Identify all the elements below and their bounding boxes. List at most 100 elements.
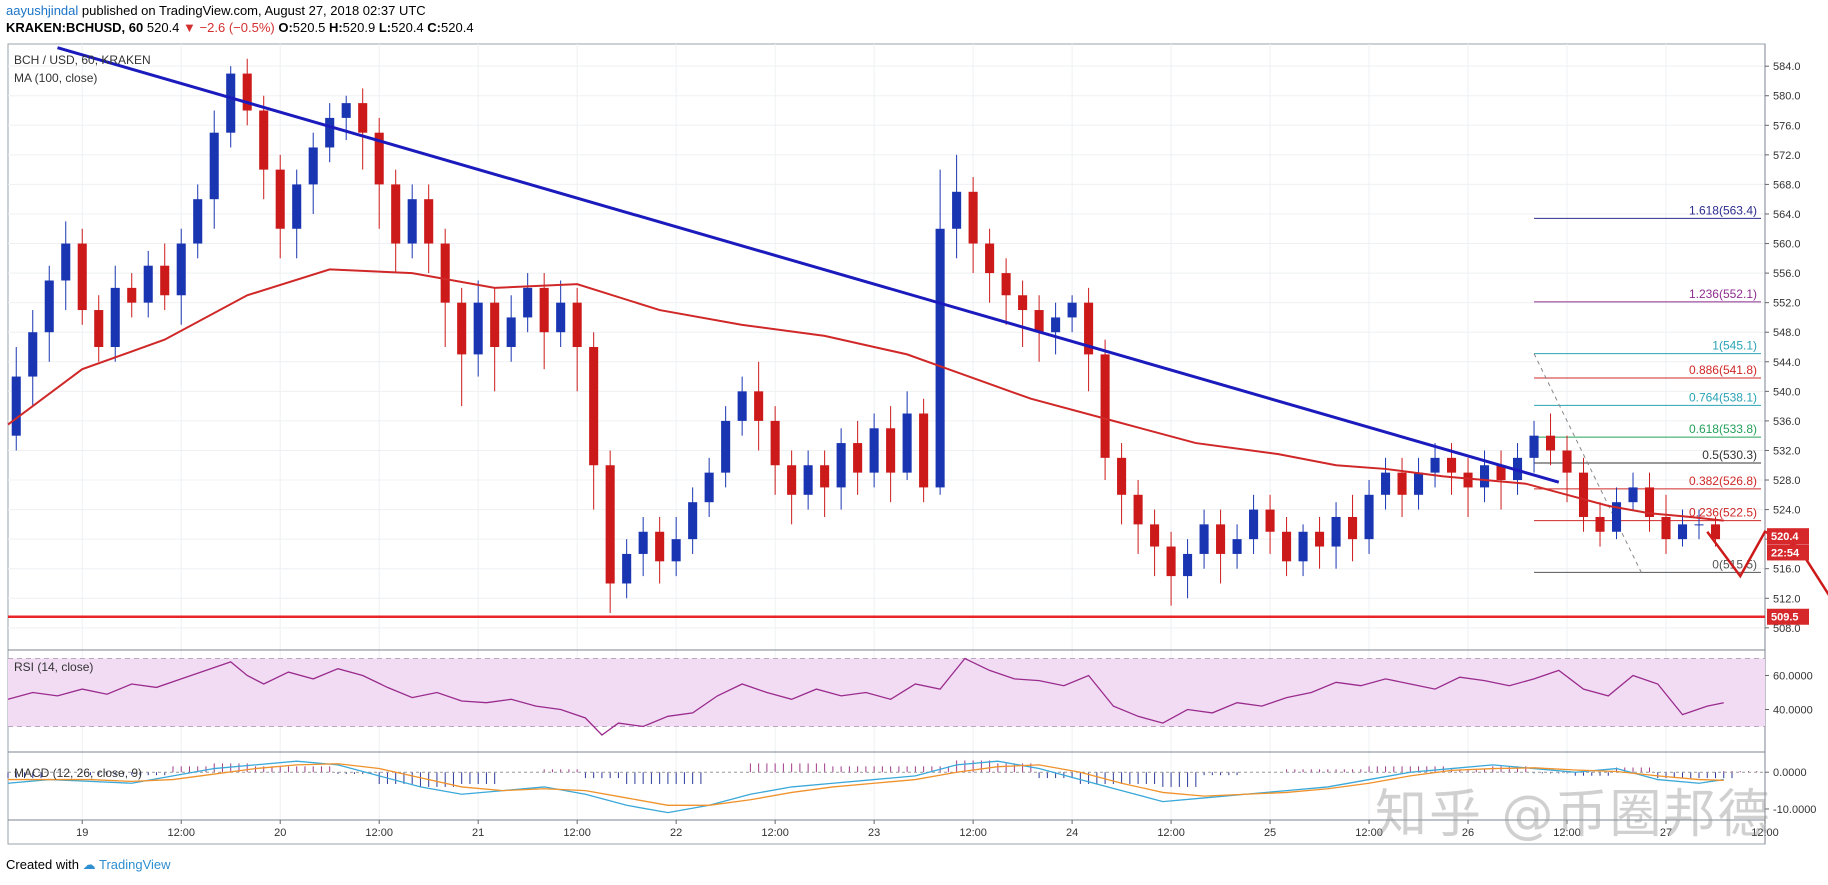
macd-tick-label: 0.0000 <box>1773 767 1807 779</box>
candle-body <box>1331 516 1341 547</box>
candle-body <box>539 287 549 333</box>
candle-body <box>1133 494 1143 525</box>
rsi-tick-label: 60.0000 <box>1773 671 1813 683</box>
candle-body <box>61 243 71 281</box>
candle-body <box>638 531 648 554</box>
candle-body <box>869 428 879 473</box>
candle-body <box>424 199 434 244</box>
candle-body <box>226 73 236 133</box>
rsi-tick-label: 40.0000 <box>1773 705 1813 717</box>
candle-body <box>1034 310 1044 333</box>
candle-body <box>325 117 335 148</box>
ma-legend: MA (100, close) <box>14 71 97 85</box>
candle-body <box>44 280 54 333</box>
candle-body <box>787 465 797 495</box>
footer: Created with ☁ TradingView <box>6 857 171 873</box>
rsi-band <box>8 658 1765 727</box>
candle-body <box>605 465 615 584</box>
time-tick-label: 23 <box>868 827 880 839</box>
candle-body <box>1199 524 1209 554</box>
time-tick-label: 21 <box>472 827 484 839</box>
candle-body <box>935 228 945 488</box>
candle-body <box>28 332 38 377</box>
time-tick-label: 25 <box>1264 827 1276 839</box>
candle-body <box>1694 524 1704 526</box>
candle-body <box>968 191 978 244</box>
candle-body <box>127 287 137 303</box>
price-tag-label: 509.5 <box>1771 612 1799 624</box>
candle-body <box>440 243 450 303</box>
candle-body <box>1067 302 1077 318</box>
candle-body <box>176 243 186 296</box>
candle-body <box>1628 487 1638 503</box>
candle-body <box>1298 531 1308 562</box>
candle-body <box>1463 472 1473 488</box>
candle-body <box>110 287 120 347</box>
price-tick-label: 532.0 <box>1773 445 1801 457</box>
price-tick-label: 552.0 <box>1773 298 1801 310</box>
candle-body <box>143 265 153 303</box>
candle-body <box>688 502 698 540</box>
candle-body <box>704 472 714 503</box>
candle-body <box>721 420 731 473</box>
candle-body <box>853 443 863 473</box>
candle-body <box>622 553 632 584</box>
price-tag-label: 22:54 <box>1771 547 1800 559</box>
candle-body <box>1430 457 1440 473</box>
price-tick-label: 536.0 <box>1773 416 1801 428</box>
candle-body <box>1348 516 1358 540</box>
time-tick-label: 12:00 <box>167 827 195 839</box>
candle-body <box>1381 472 1391 495</box>
macd-tick-label: -10.0000 <box>1773 804 1816 816</box>
time-tick-label: 12:00 <box>563 827 591 839</box>
rsi-legend: RSI (14, close) <box>14 660 93 674</box>
candle-body <box>1282 531 1292 562</box>
candle-body <box>407 199 417 244</box>
candle-body <box>1018 295 1028 311</box>
tradingview-link[interactable]: TradingView <box>99 857 171 872</box>
price-tick-label: 576.0 <box>1773 120 1801 132</box>
time-tick-label: 19 <box>76 827 88 839</box>
candle-body <box>1100 354 1110 458</box>
candle-body <box>1677 524 1688 540</box>
candle-body <box>1183 553 1193 577</box>
candle-body <box>1578 472 1589 517</box>
candle-body <box>1414 472 1424 495</box>
time-tick-label: 24 <box>1066 827 1078 839</box>
price-tags: 520.4 22:54 509.5 <box>1767 528 1809 625</box>
fib-level-label: 1.236(552.1) <box>1689 287 1757 301</box>
candle-body <box>275 169 285 229</box>
candle-body <box>1364 494 1374 540</box>
chart-title: BCH / USD, 60, KRAKEN <box>14 53 151 67</box>
candle-body <box>523 287 533 318</box>
candle-body <box>1150 524 1160 547</box>
price-tick-label: 564.0 <box>1773 209 1801 221</box>
time-tick-label: 12:00 <box>761 827 789 839</box>
candle-body <box>770 420 780 466</box>
candle-body <box>1117 457 1127 495</box>
fib-level-label: 1(545.1) <box>1712 339 1757 353</box>
time-tick-label: 12:00 <box>1157 827 1185 839</box>
fib-level-label: 0.5(530.3) <box>1702 448 1757 462</box>
candle-body <box>902 413 912 473</box>
price-tick-label: 572.0 <box>1773 150 1801 162</box>
candle-body <box>1562 450 1572 473</box>
price-tick-label: 568.0 <box>1773 179 1801 191</box>
candle-body <box>1166 546 1176 577</box>
candle-body <box>292 184 302 229</box>
price-tick-label: 556.0 <box>1773 268 1801 280</box>
price-tick-label: 584.0 <box>1773 61 1801 73</box>
watermark-text: 知乎 @币圈邦德 <box>1375 785 1772 845</box>
time-tick-label: 20 <box>274 827 286 839</box>
fib-level-label: 1.618(563.4) <box>1689 203 1757 217</box>
price-tick-label: 548.0 <box>1773 327 1801 339</box>
fib-level-label: 0.886(541.8) <box>1689 363 1757 377</box>
time-tick-label: 22 <box>670 827 682 839</box>
candle-body <box>985 243 995 274</box>
time-tick-label: 12:00 <box>365 827 393 839</box>
chart-canvas[interactable]: 508.0512.0516.0520.0524.0528.0532.0536.0… <box>0 0 1828 885</box>
candle-body <box>1595 516 1605 532</box>
price-tick-label: 512.0 <box>1773 593 1801 605</box>
candle-body <box>1216 524 1226 554</box>
candle-body <box>754 391 764 421</box>
